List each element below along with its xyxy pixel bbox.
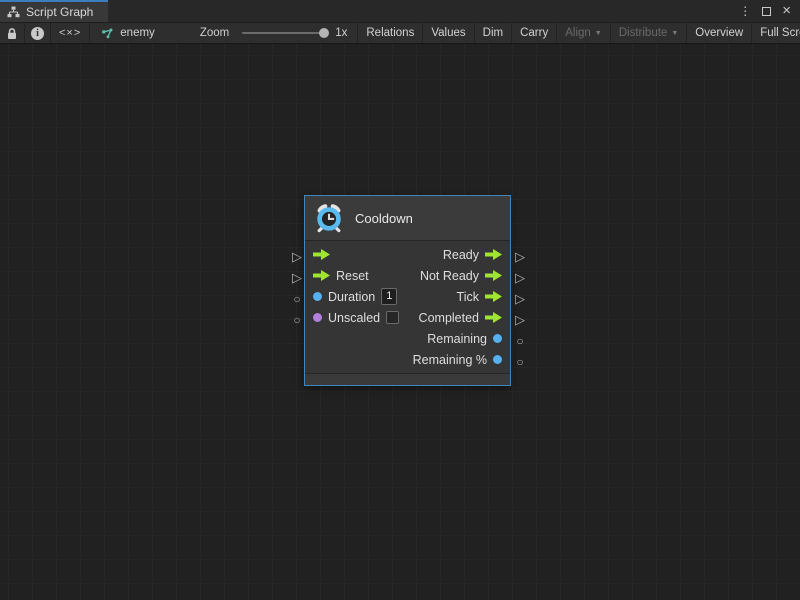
tab-script-graph[interactable]: Script Graph — [0, 0, 108, 22]
port-completed-output[interactable]: Completed — [419, 311, 502, 325]
zoom-slider-handle[interactable] — [319, 28, 329, 38]
zoom-value: 1x — [335, 27, 347, 39]
relations-button[interactable]: Relations — [358, 23, 423, 43]
node-header[interactable]: Cooldown — [305, 196, 510, 241]
port-unscaled-input[interactable]: Unscaled — [313, 311, 399, 325]
graph-hierarchy-icon — [7, 6, 20, 18]
port-duration-input[interactable]: Duration 1 — [313, 288, 397, 305]
external-flow-port[interactable]: ▷ — [512, 291, 528, 307]
alarm-clock-icon — [314, 203, 344, 233]
chevron-down-icon: ▼ — [595, 30, 602, 37]
align-dropdown[interactable]: Align ▼ — [557, 23, 611, 43]
full-screen-button[interactable]: Full Screen — [752, 23, 800, 43]
external-value-port[interactable]: ○ — [289, 312, 305, 328]
flow-arrow-icon — [485, 312, 502, 323]
port-not-ready-output[interactable]: Not Ready — [420, 269, 502, 283]
value-port-icon — [493, 355, 502, 364]
info-icon: i — [31, 27, 44, 40]
external-flow-port[interactable]: ▷ — [512, 270, 528, 286]
zoom-slider[interactable] — [242, 32, 328, 34]
tab-bar-spacer — [108, 0, 739, 22]
carry-button[interactable]: Carry — [512, 23, 557, 43]
graph-reference-icon — [100, 27, 113, 39]
port-row: Remaining — [305, 328, 510, 349]
port-remaining-output[interactable]: Remaining — [427, 332, 502, 346]
close-icon[interactable]: × — [782, 4, 791, 18]
node-body: Ready Reset Not Ready — [305, 241, 510, 373]
port-row: Reset Not Ready — [305, 265, 510, 286]
unscaled-checkbox[interactable] — [386, 311, 399, 324]
external-value-port[interactable]: ○ — [289, 291, 305, 307]
external-flow-port[interactable]: ▷ — [512, 249, 528, 265]
duration-value-field[interactable]: 1 — [381, 288, 397, 305]
port-row: Remaining % — [305, 349, 510, 370]
external-value-port[interactable]: ○ — [512, 354, 528, 370]
port-ready-output[interactable]: Ready — [443, 248, 502, 262]
external-flow-port[interactable]: ▷ — [289, 249, 305, 265]
lock-icon — [6, 27, 18, 40]
zoom-label: Zoom — [200, 27, 229, 39]
flow-arrow-icon — [485, 270, 502, 281]
script-graph-window: Script Graph ⋮ × i <×> — [0, 0, 800, 600]
external-flow-port[interactable]: ▷ — [512, 312, 528, 328]
graph-context-bar: enemy Zoom 1x — [90, 23, 358, 43]
flow-arrow-icon — [485, 291, 502, 302]
dim-button[interactable]: Dim — [475, 23, 512, 43]
window-controls: ⋮ × — [739, 0, 800, 22]
tab-label: Script Graph — [26, 5, 93, 19]
value-port-icon — [493, 334, 502, 343]
value-port-icon — [313, 292, 322, 301]
port-row: Duration 1 Tick — [305, 286, 510, 307]
external-flow-port[interactable]: ▷ — [289, 270, 305, 286]
port-reset-input[interactable]: Reset — [313, 269, 369, 283]
window-menu-icon[interactable]: ⋮ — [739, 5, 751, 17]
maximize-icon[interactable] — [762, 7, 771, 16]
tab-bar: Script Graph ⋮ × — [0, 0, 800, 22]
code-view-button[interactable]: <×> — [51, 23, 90, 43]
cooldown-node[interactable]: Cooldown Ready Reset — [304, 195, 511, 386]
graph-toolbar: i <×> enemy Zoom 1x Relations Values Dim… — [0, 22, 800, 44]
port-enter-input[interactable] — [313, 249, 330, 260]
chevron-down-icon: ▼ — [671, 30, 678, 37]
values-button[interactable]: Values — [423, 23, 474, 43]
port-tick-output[interactable]: Tick — [457, 290, 502, 304]
node-footer — [305, 373, 510, 385]
flow-arrow-icon — [485, 249, 502, 260]
code-icon: <×> — [59, 27, 81, 39]
flow-arrow-icon — [313, 270, 330, 281]
graph-canvas[interactable]: ▷ ▷ ○ ○ ▷ ▷ ▷ ▷ ○ ○ Cooldown — [0, 44, 800, 600]
overview-button[interactable]: Overview — [687, 23, 752, 43]
flow-arrow-icon — [313, 249, 330, 260]
lock-button[interactable] — [0, 23, 25, 43]
port-row: Ready — [305, 244, 510, 265]
port-remaining-percent-output[interactable]: Remaining % — [413, 353, 502, 367]
external-value-port[interactable]: ○ — [512, 333, 528, 349]
info-button[interactable]: i — [25, 23, 51, 43]
graph-name-label[interactable]: enemy — [120, 27, 155, 39]
distribute-dropdown[interactable]: Distribute ▼ — [611, 23, 688, 43]
port-row: Unscaled Completed — [305, 307, 510, 328]
value-port-icon — [313, 313, 322, 322]
node-title: Cooldown — [355, 211, 413, 226]
